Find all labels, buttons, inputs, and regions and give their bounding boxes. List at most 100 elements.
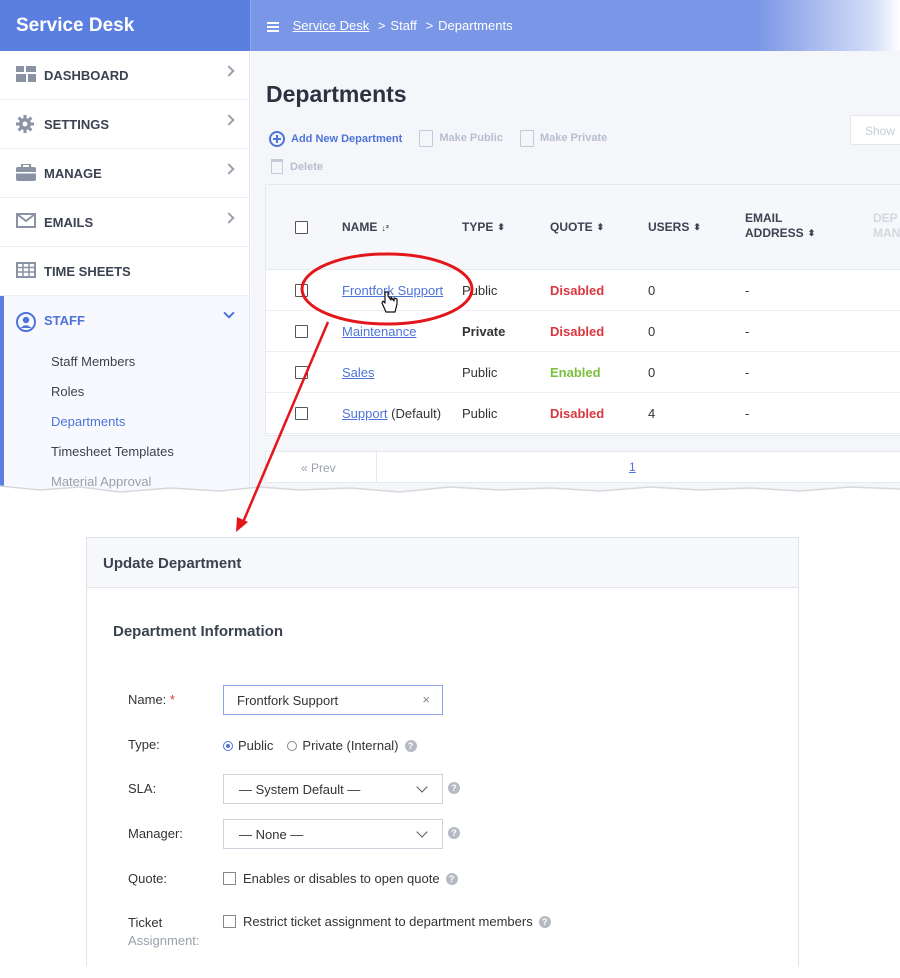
sidebar-item-label: SETTINGS xyxy=(44,116,110,132)
sidebar-subitem-departments[interactable]: Departments xyxy=(4,407,249,437)
page-title: Departments xyxy=(266,81,407,107)
torn-edge xyxy=(0,485,900,498)
quote-checkbox[interactable] xyxy=(223,872,236,885)
sidebar-item-label: EMAILS xyxy=(44,214,94,230)
type-field-label: Type: xyxy=(128,737,160,752)
delete-label: Delete xyxy=(290,160,324,173)
show-entries-select[interactable]: Show xyxy=(850,115,900,145)
help-icon[interactable]: ? xyxy=(538,915,551,928)
row-checkbox[interactable] xyxy=(295,366,308,379)
user-circle-icon xyxy=(16,311,38,332)
sort-alpha-icon: ↓² xyxy=(381,222,389,233)
row-checkbox[interactable] xyxy=(295,284,308,297)
column-header-type[interactable]: TYPE ⬍ xyxy=(462,220,505,234)
sidebar-subitem-timesheet-templates[interactable]: Timesheet Templates xyxy=(4,437,249,467)
sidebar-item-time-sheets[interactable]: TIME SHEETS xyxy=(0,247,249,296)
delete-button[interactable]: Delete xyxy=(269,158,323,176)
sidebar-subitem-roles[interactable]: Roles xyxy=(4,377,249,407)
app-title: Service Desk xyxy=(0,0,250,51)
gear-icon xyxy=(16,115,38,133)
breadcrumb-separator: > xyxy=(377,18,386,33)
sidebar-item-emails[interactable]: EMAILS xyxy=(0,198,249,247)
label-text: Name: xyxy=(128,692,167,707)
row-checkbox[interactable] xyxy=(295,407,308,420)
make-public-button[interactable]: Make Public xyxy=(419,129,503,147)
department-type: Public xyxy=(462,365,498,380)
ticket-assignment-row: Restrict ticket assignment to department… xyxy=(223,914,551,929)
quote-status: Disabled xyxy=(550,406,605,421)
column-header-name[interactable]: NAME ↓² xyxy=(342,220,389,234)
table-header: NAME ↓² TYPE ⬍ QUOTE ⬍ USERS ⬍ EMAIL ADDRESS ⬍… xyxy=(266,185,900,270)
prev-page-button[interactable]: « Prev xyxy=(301,461,336,475)
column-label: TYPE xyxy=(462,220,494,234)
table-row: Support (Default) Public Disabled 4 - xyxy=(266,393,900,434)
departments-screenshot: Service Desk Service Desk > Staff > Depart… xyxy=(0,0,900,492)
column-header-department-manager[interactable]: DEP MAN xyxy=(873,211,900,241)
sidebar: DASHBOARD SETTINGS MANAGE EMAILS TIME SH… xyxy=(0,51,250,492)
help-icon[interactable]: ? xyxy=(448,782,460,794)
breadcrumb-separator: > xyxy=(425,18,434,33)
label-text: Ticket xyxy=(128,915,163,930)
column-label: QUOTE xyxy=(550,220,593,234)
email-address: - xyxy=(745,406,750,421)
help-icon[interactable]: ? xyxy=(445,872,458,885)
breadcrumb-staff[interactable]: Staff xyxy=(390,18,417,33)
email-address: - xyxy=(745,365,750,380)
ticket-assignment-checkbox[interactable] xyxy=(223,915,236,928)
sidebar-item-staff[interactable]: STAFF xyxy=(0,296,249,345)
make-private-button[interactable]: Make Private xyxy=(519,129,607,147)
sort-icon: ⬍ xyxy=(596,222,605,233)
quote-status: Enabled xyxy=(550,365,601,380)
column-label: EMAIL xyxy=(745,211,783,225)
sidebar-item-label: STAFF xyxy=(44,313,85,328)
add-circle-icon xyxy=(269,130,285,147)
sidebar-item-dashboard[interactable]: DASHBOARD xyxy=(0,51,249,100)
quote-checkbox-row: Enables or disables to open quote ? xyxy=(223,871,458,886)
sla-select[interactable]: — System Default — xyxy=(223,774,443,804)
manager-select[interactable]: — None — xyxy=(223,819,443,849)
sidebar-item-settings[interactable]: SETTINGS xyxy=(0,100,249,149)
column-header-quote[interactable]: QUOTE ⬍ xyxy=(550,220,604,234)
select-all-checkbox[interactable] xyxy=(295,221,308,234)
document-icon xyxy=(419,129,434,147)
chevron-right-icon xyxy=(223,65,235,77)
column-header-email-address[interactable]: EMAIL ADDRESS ⬍ xyxy=(745,211,815,241)
type-private-radio[interactable] xyxy=(287,740,298,751)
breadcrumb: Service Desk > Staff > Departments xyxy=(250,0,900,51)
column-header-users[interactable]: USERS ⬍ xyxy=(648,220,701,234)
page-number-link[interactable]: 1 xyxy=(629,460,636,474)
chevron-down-icon xyxy=(223,307,235,319)
sidebar-item-label: MANAGE xyxy=(44,165,102,181)
clear-icon[interactable]: × xyxy=(422,692,430,707)
sidebar-subitem-staff-members[interactable]: Staff Members xyxy=(4,347,249,377)
envelope-icon xyxy=(16,213,38,231)
add-department-button[interactable]: Add New Department xyxy=(269,130,402,148)
table-row: Maintenance Private Disabled 0 - xyxy=(266,311,900,352)
column-label: USERS xyxy=(648,220,690,234)
table-icon xyxy=(16,262,38,280)
label-text: Assignment: xyxy=(128,933,200,948)
manager-field-label: Manager: xyxy=(128,826,183,841)
department-name-cell: Support (Default) xyxy=(342,406,441,421)
help-icon[interactable]: ? xyxy=(404,739,417,752)
breadcrumb-service-desk[interactable]: Service Desk xyxy=(293,18,370,33)
type-public-radio[interactable] xyxy=(223,740,233,751)
sidebar-item-manage[interactable]: MANAGE xyxy=(0,149,249,198)
sort-icon: ⬍ xyxy=(693,222,701,233)
department-name-link[interactable]: Frontfork Support xyxy=(342,283,443,298)
users-count: 4 xyxy=(648,406,656,421)
department-name-link[interactable]: Support xyxy=(342,406,388,421)
main-content: Departments Add New Department Make Publ… xyxy=(251,51,900,492)
help-icon[interactable]: ? xyxy=(448,827,460,839)
users-count: 0 xyxy=(648,365,656,380)
row-checkbox[interactable] xyxy=(295,325,308,338)
department-type: Private xyxy=(462,324,506,339)
department-name-link[interactable]: Maintenance xyxy=(342,324,416,339)
hamburger-menu-icon[interactable] xyxy=(267,20,279,34)
make-public-label: Make Public xyxy=(439,132,503,144)
department-name-link[interactable]: Sales xyxy=(342,365,375,380)
department-name-input[interactable]: Frontfork Support × xyxy=(223,685,443,715)
toolbar: Add New Department Make Public Make Priv… xyxy=(269,129,621,177)
chevron-right-icon xyxy=(223,212,235,224)
add-department-label: Add New Department xyxy=(291,132,403,145)
